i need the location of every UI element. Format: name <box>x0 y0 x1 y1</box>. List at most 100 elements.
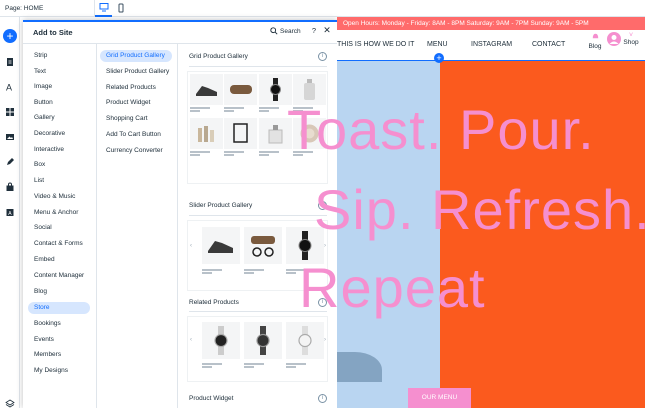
chevron-right-icon: › <box>324 337 326 343</box>
hero-line-1: Toast. Pour. <box>287 98 595 161</box>
product-caption <box>190 107 223 113</box>
sub-currency-converter[interactable]: Currency Converter <box>100 145 172 157</box>
section-title-related: Related Products <box>189 299 239 306</box>
layers-button[interactable] <box>3 397 17 408</box>
close-icon[interactable]: ✕ <box>322 25 332 36</box>
briefcase-icon: A <box>6 209 14 217</box>
apps-button[interactable] <box>3 105 17 119</box>
category-text[interactable]: Text <box>28 66 90 78</box>
section-divider <box>189 215 327 216</box>
category-social[interactable]: Social <box>28 222 90 234</box>
sub-related-products[interactable]: Related Products <box>100 82 172 94</box>
product-caption <box>202 269 235 275</box>
bell-icon <box>592 33 598 39</box>
panel-title: Add to Site <box>33 28 73 37</box>
info-icon[interactable]: i <box>318 394 327 403</box>
avatar[interactable] <box>607 32 621 46</box>
nav-link-shop[interactable]: ˅ Shop <box>622 32 640 58</box>
pages-button[interactable] <box>3 55 17 69</box>
media-button[interactable] <box>3 130 17 144</box>
nav-link-about[interactable]: THIS IS HOW WE DO IT <box>337 41 414 48</box>
add-elements-button[interactable]: + <box>3 29 17 43</box>
pen-icon <box>7 158 14 165</box>
hero-line-2: Sip. Refresh. <box>314 178 645 241</box>
category-strip[interactable]: Strip <box>28 50 90 62</box>
sub-slider-product-gallery[interactable]: Slider Product Gallery <box>100 66 172 78</box>
sub-shopping-cart[interactable]: Shopping Cart <box>100 113 172 125</box>
panel-search-button[interactable]: Search <box>270 27 301 35</box>
category-blog[interactable]: Blog <box>28 286 90 298</box>
product-thumb-frame <box>224 118 257 149</box>
section-title-widget: Product Widget <box>189 395 234 402</box>
section-selection-line <box>337 60 645 61</box>
chevron-left-icon: ‹ <box>190 243 192 249</box>
category-events[interactable]: Events <box>28 334 90 346</box>
related-products-preset[interactable]: ‹ › <box>187 316 328 382</box>
product-caption <box>224 107 257 113</box>
theme-button[interactable]: A <box>3 80 17 94</box>
category-video-music[interactable]: Video & Music <box>28 191 90 203</box>
help-icon[interactable]: ? <box>309 26 319 35</box>
info-icon[interactable]: i <box>318 52 327 61</box>
left-rail: + A A <box>0 17 20 408</box>
product-thumb-shoes <box>202 227 240 264</box>
product-thumb-watch <box>286 322 324 359</box>
apps-icon <box>6 108 14 116</box>
hero-line-3: Repeat <box>299 256 486 319</box>
product-thumb-watch <box>244 322 282 359</box>
category-decorative[interactable]: Decorative <box>28 128 90 140</box>
product-thumb-watch <box>202 322 240 359</box>
image-icon <box>6 134 14 140</box>
sub-grid-product-gallery[interactable]: Grid Product Gallery <box>100 50 172 62</box>
category-embed[interactable]: Embed <box>28 254 90 266</box>
business-button[interactable] <box>3 180 17 194</box>
category-interactive[interactable]: Interactive <box>28 144 90 156</box>
category-list-item[interactable]: List <box>28 175 90 187</box>
nav-link-instagram[interactable]: INSTAGRAM <box>471 41 512 48</box>
layers-icon <box>5 399 15 408</box>
section-title-grid: Grid Product Gallery <box>189 53 248 60</box>
category-box[interactable]: Box <box>28 159 90 171</box>
product-thumb-cosmetics <box>190 118 223 149</box>
user-icon <box>609 35 619 44</box>
category-bookings[interactable]: Bookings <box>28 318 90 330</box>
text-style-icon: A <box>6 83 12 93</box>
category-menu-anchor[interactable]: Menu & Anchor <box>28 207 90 219</box>
add-section-plus-icon[interactable]: + <box>434 53 444 63</box>
site-canvas[interactable]: Open Hours: Monday - Friday: 8AM - 8PM S… <box>287 17 645 408</box>
blog-label: Blog <box>588 43 602 50</box>
product-caption <box>244 363 277 369</box>
category-contact-forms[interactable]: Contact & Forms <box>28 238 90 250</box>
category-gallery[interactable]: Gallery <box>28 112 90 124</box>
our-menu-button[interactable]: OUR MENU <box>408 388 471 408</box>
svg-text:A: A <box>6 83 12 93</box>
portfolio-button[interactable]: A <box>3 205 17 219</box>
page-selector[interactable]: Page: HOME <box>0 0 95 17</box>
opening-hours-banner: Open Hours: Monday - Friday: 8AM - 8PM S… <box>337 17 645 30</box>
panel-header: Add to Site Search ? ✕ <box>23 22 337 44</box>
sub-product-widget[interactable]: Product Widget <box>100 97 172 109</box>
search-icon <box>270 27 278 35</box>
nav-link-blog[interactable]: Blog <box>588 32 602 58</box>
nav-link-menu[interactable]: MENU <box>427 41 448 48</box>
category-my-designs[interactable]: My Designs <box>28 365 90 377</box>
category-image[interactable]: Image <box>28 81 90 93</box>
chevron-down-icon: ˅ <box>628 32 634 39</box>
category-members[interactable]: Members <box>28 349 90 361</box>
category-content-manager[interactable]: Content Manager <box>28 270 90 282</box>
chevron-left-icon: ‹ <box>190 337 192 343</box>
desktop-view-button[interactable] <box>95 0 112 17</box>
sub-add-to-cart-button[interactable]: Add To Cart Button <box>100 129 172 141</box>
design-button[interactable] <box>3 155 17 169</box>
section-divider <box>189 66 327 67</box>
nav-link-contact[interactable]: CONTACT <box>532 41 565 48</box>
category-store[interactable]: Store <box>28 302 90 314</box>
page-selector-label: Page: HOME <box>5 4 44 12</box>
category-list: Strip Text Image Button Gallery Decorati… <box>23 44 96 408</box>
category-button[interactable]: Button <box>28 97 90 109</box>
subcategory-list: Grid Product Gallery Slider Product Gall… <box>96 44 178 408</box>
mobile-view-button[interactable] <box>112 0 129 17</box>
product-caption <box>190 151 223 157</box>
site-header: THIS IS HOW WE DO IT MENU INSTAGRAM CONT… <box>337 30 645 60</box>
editor-top-bar: Page: HOME <box>0 0 645 17</box>
